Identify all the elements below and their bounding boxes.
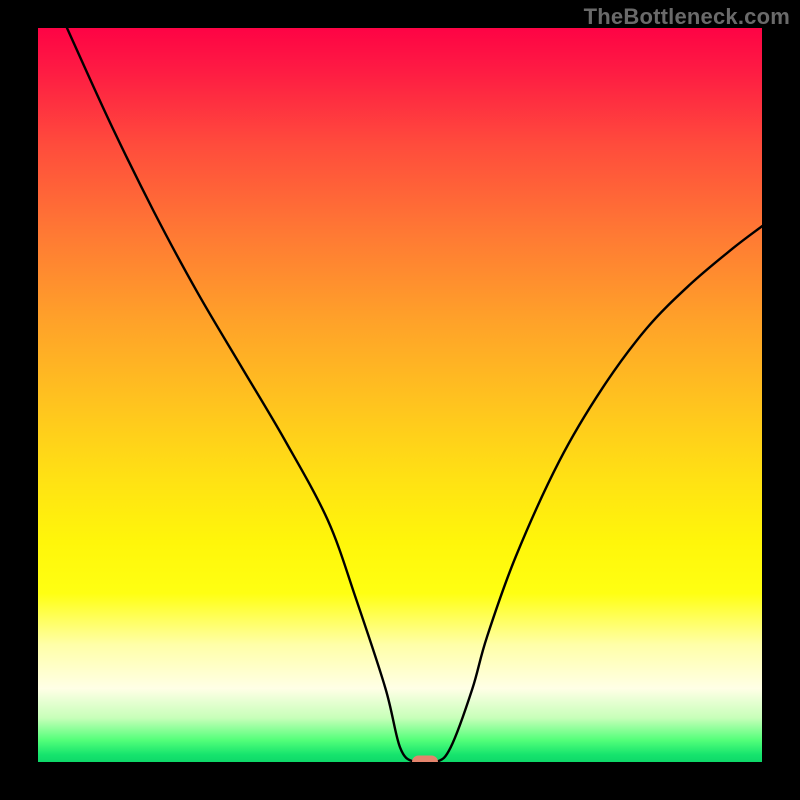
bottleneck-curve	[38, 28, 762, 762]
chart-frame: TheBottleneck.com	[0, 0, 800, 800]
watermark-text: TheBottleneck.com	[584, 4, 790, 30]
plot-area	[38, 28, 762, 762]
optimal-marker	[412, 756, 438, 763]
